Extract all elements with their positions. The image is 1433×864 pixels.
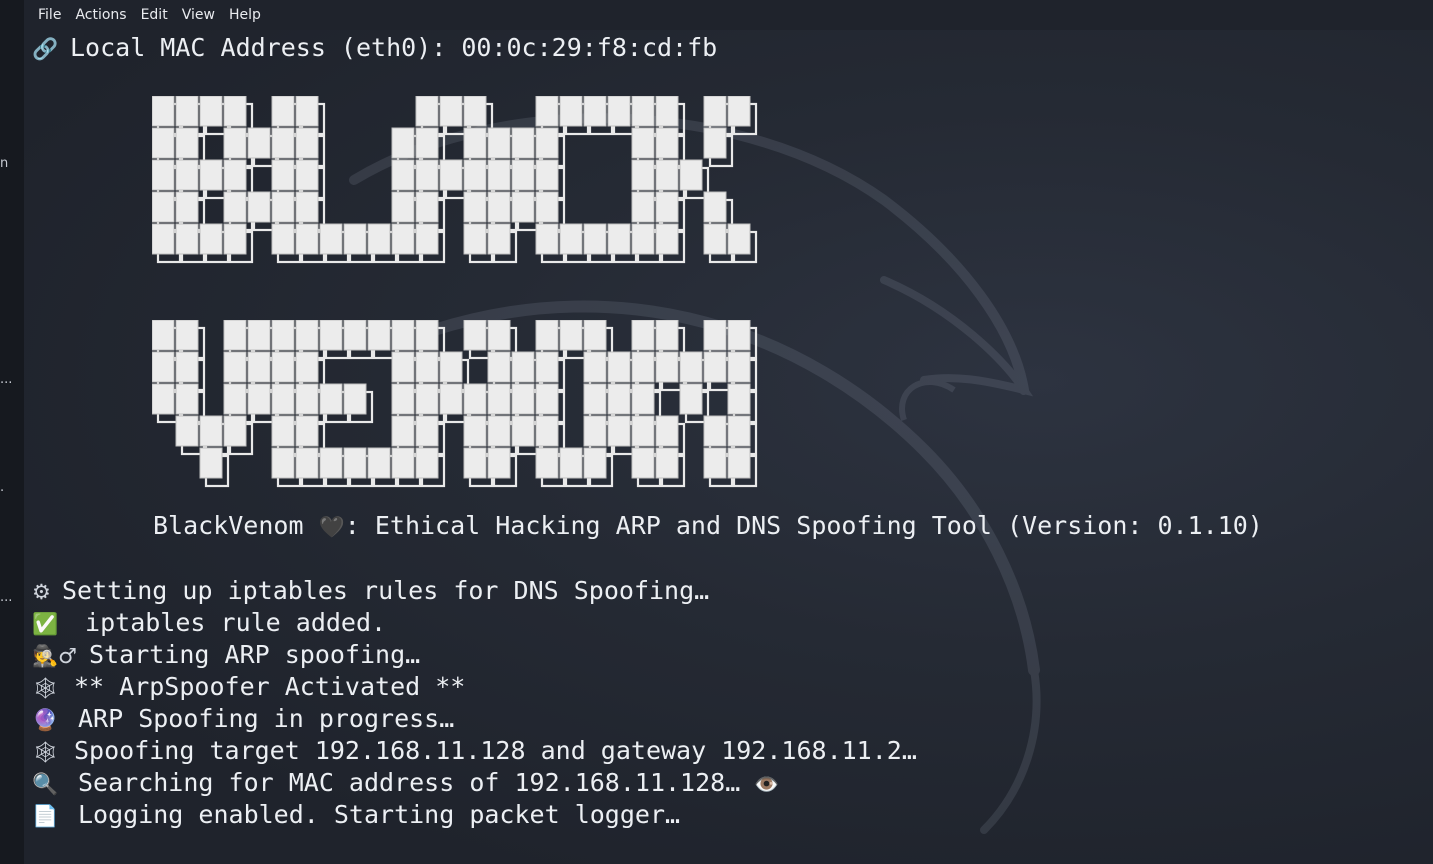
magnifier-icon: 🔍 [32, 772, 59, 796]
banner-letter-o [511, 319, 638, 488]
menu-bar: File Actions Edit View Help [24, 0, 1433, 30]
log-line: 🔮 ARP Spoofing in progress… [32, 703, 454, 736]
check-icon: ✅ [32, 612, 59, 636]
terminal-window: n ... . ... File Actions Edit View Help … [0, 0, 1433, 864]
banner-letter-l [271, 95, 398, 264]
log-line: 📄 Logging enabled. Starting packet logger… [32, 799, 680, 832]
banner-letter-a [391, 95, 518, 264]
tool-name: BlackVenom [153, 511, 304, 540]
banner-letter-c [511, 95, 638, 264]
link-icon: 🔗 [32, 37, 59, 61]
spider-web-icon: 🕸 [32, 676, 59, 700]
tagline-text: : Ethical Hacking ARP and DNS Spoofing T… [344, 511, 1263, 540]
log-line: 🕸 ** ArpSpoofer Activated ** [32, 671, 465, 704]
banner-letter-e [271, 319, 398, 488]
log-text: ARP Spoofing in progress… [78, 704, 455, 733]
banner-letter-v [151, 319, 278, 488]
menu-view[interactable]: View [175, 0, 222, 30]
terminal-output[interactable]: 🔗 Local MAC Address (eth0): 00:0c:29:f8:c… [24, 30, 1433, 864]
document-icon: 📄 [32, 804, 59, 828]
log-line: 🕸 Spoofing target 192.168.11.128 and gate… [32, 735, 917, 768]
gear-icon: ⚙ [32, 580, 51, 604]
log-text: Searching for MAC address of 192.168.11.… [78, 768, 741, 797]
log-text: ** ArpSpoofer Activated ** [74, 672, 466, 701]
log-text: Logging enabled. Starting packet logger… [78, 800, 681, 829]
tool-tagline: BlackVenom 🖤: Ethical Hacking ARP and DN… [153, 510, 1263, 543]
background-text-fragment: . [0, 480, 5, 495]
mac-address-line: 🔗 Local MAC Address (eth0): 00:0c:29:f8:c… [32, 32, 717, 65]
log-line: ✅ iptables rule added. [32, 607, 386, 640]
black-heart-icon: 🖤 [318, 515, 345, 539]
spider-web-icon: 🕸 [32, 740, 59, 764]
log-text: Starting ARP spoofing… [74, 640, 421, 669]
log-text: Setting up iptables rules for DNS Spoofi… [62, 576, 710, 605]
log-line: 🕵♂ Starting ARP spoofing… [32, 639, 420, 672]
background-text-fragment: ... [0, 590, 13, 605]
banner-letter-n [391, 319, 518, 488]
crystal-ball-icon: 🔮 [32, 708, 59, 732]
banner-letter-m [631, 319, 758, 488]
detective-icon: 🕵♂ [32, 644, 77, 668]
banner-black [151, 95, 772, 282]
log-line: ⚙ Setting up iptables rules for DNS Spoof… [32, 575, 709, 608]
log-text: Spoofing target 192.168.11.128 and gatew… [74, 736, 917, 765]
background-window-edge: n ... . ... [0, 0, 25, 864]
banner-venom [151, 319, 872, 506]
menu-file[interactable]: File [24, 0, 68, 30]
menu-edit[interactable]: Edit [134, 0, 175, 30]
eye-icon: 👁️ [754, 772, 780, 796]
log-line: 🔍 Searching for MAC address of 192.168.11… [32, 767, 779, 800]
menu-actions[interactable]: Actions [68, 0, 133, 30]
log-text: iptables rule added. [70, 608, 387, 637]
background-text-fragment: n [0, 156, 9, 171]
background-text-fragment: ... [0, 372, 13, 387]
menu-help[interactable]: Help [222, 0, 268, 30]
banner-letter-k [631, 95, 758, 264]
banner-letter-b [151, 95, 278, 264]
mac-address-text: Local MAC Address (eth0): 00:0c:29:f8:cd… [70, 33, 718, 62]
